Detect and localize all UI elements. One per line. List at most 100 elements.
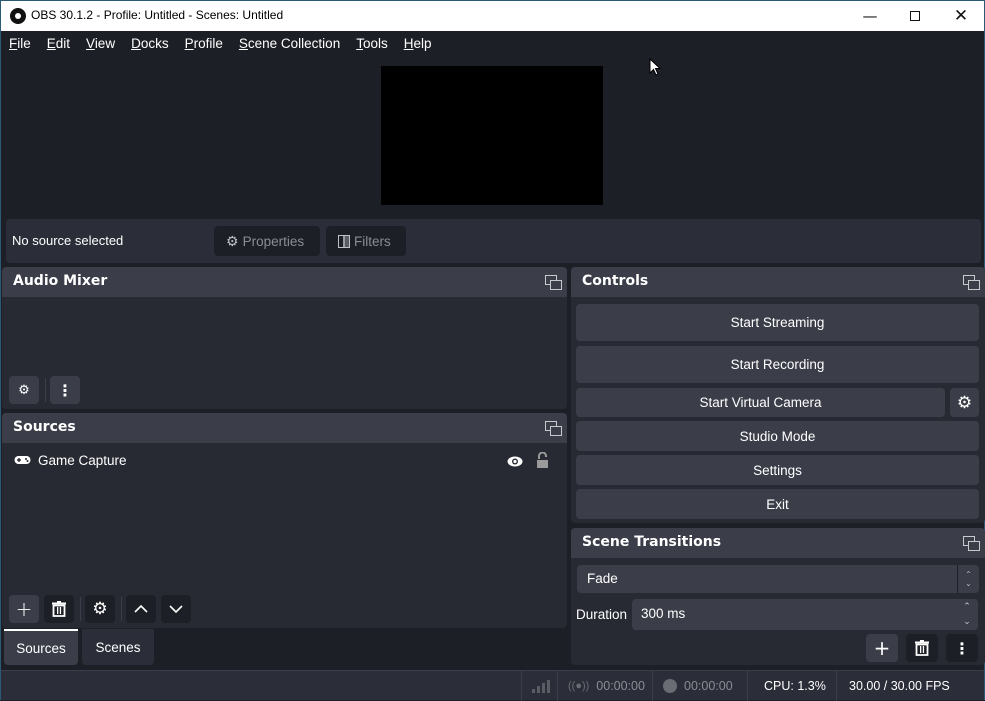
- transition-menu-button[interactable]: ⋮: [946, 634, 978, 662]
- duration-label: Duration: [576, 607, 628, 622]
- menu-mnemonic: D: [131, 36, 141, 51]
- add-source-button[interactable]: +: [9, 595, 39, 623]
- kebab-menu-icon: ⋮: [57, 380, 73, 400]
- menu-docks[interactable]: Docks: [131, 36, 169, 51]
- undock-icon[interactable]: [963, 536, 980, 551]
- minimize-button[interactable]: —: [847, 1, 893, 31]
- cpu-usage: CPU: 1.3%: [747, 671, 826, 701]
- transition-value: Fade: [587, 571, 618, 586]
- move-source-down-button[interactable]: [161, 595, 191, 623]
- menu-bar: File Edit View Docks Profile Scene Colle…: [1, 31, 984, 56]
- menu-edit[interactable]: Edit: [47, 36, 70, 51]
- exit-button[interactable]: Exit: [576, 489, 979, 519]
- record-status: 00:00:00: [652, 671, 747, 701]
- toolbar-separator: [121, 597, 122, 621]
- source-item[interactable]: Game Capture: [2, 447, 567, 475]
- source-name: Game Capture: [38, 453, 127, 468]
- stream-time: 00:00:00: [596, 679, 645, 693]
- mouse-cursor-icon: [649, 58, 661, 76]
- start-virtual-camera-button[interactable]: Start Virtual Camera: [576, 388, 945, 417]
- undock-icon[interactable]: [545, 421, 562, 436]
- spin-arrows[interactable]: ⌃ ⌄: [960, 601, 974, 628]
- scene-transitions-title: Scene Transitions: [582, 534, 722, 550]
- maximize-button[interactable]: [892, 1, 938, 31]
- toolbar-separator: [80, 597, 81, 621]
- menu-label: cene Collection: [247, 36, 341, 51]
- maximize-icon: [910, 11, 920, 21]
- eye-icon[interactable]: [507, 456, 523, 467]
- properties-button[interactable]: ⚙ Properties: [214, 226, 320, 256]
- studio-mode-button[interactable]: Studio Mode: [576, 421, 979, 451]
- gamepad-icon: [14, 456, 31, 464]
- signal-bars-icon: [532, 679, 550, 693]
- filter-icon: [338, 234, 350, 248]
- trash-icon: [915, 640, 929, 656]
- remove-transition-button[interactable]: [906, 634, 938, 662]
- controls-title: Controls: [582, 273, 649, 289]
- menu-scene-collection[interactable]: Scene Collection: [239, 36, 340, 51]
- menu-mnemonic: T: [356, 36, 363, 51]
- chevron-up-icon: [134, 605, 148, 613]
- undock-icon[interactable]: [545, 275, 562, 290]
- source-properties-button[interactable]: ⚙: [85, 595, 115, 623]
- spin-up-icon[interactable]: ⌃: [963, 601, 971, 613]
- advanced-audio-button[interactable]: ⚙​: [9, 376, 39, 404]
- filters-label: Filters: [354, 233, 391, 249]
- trash-icon: [52, 601, 66, 617]
- menu-mnemonic: E: [46, 36, 56, 51]
- fps-readout: 30.00 / 30.00 FPS: [836, 671, 984, 701]
- menu-label: dit: [55, 36, 71, 51]
- toolbar-separator: [45, 378, 46, 402]
- menu-label: iew: [94, 36, 116, 51]
- audio-menu-button[interactable]: ⋮: [50, 376, 80, 404]
- menu-profile[interactable]: Profile: [185, 36, 223, 51]
- window-title: OBS 30.1.2 - Profile: Untitled - Scenes:…: [31, 8, 284, 22]
- menu-mnemonic: V: [86, 36, 95, 51]
- tab-label: Sources: [16, 640, 66, 656]
- tab-label: Scenes: [95, 639, 141, 655]
- tab-sources[interactable]: Sources: [4, 629, 78, 665]
- menu-view[interactable]: View: [86, 36, 115, 51]
- sources-title: Sources: [13, 419, 76, 435]
- filters-button[interactable]: Filters: [326, 226, 406, 256]
- menu-label: ile: [17, 36, 31, 51]
- kebab-menu-icon: ⋮: [954, 638, 970, 658]
- tab-scenes[interactable]: Scenes: [82, 629, 154, 665]
- minimize-icon: —: [862, 7, 878, 25]
- move-source-up-button[interactable]: [126, 595, 156, 623]
- gear-icon: ⚙: [226, 232, 239, 249]
- title-bar: OBS 30.1.2 - Profile: Untitled - Scenes:…: [1, 1, 984, 31]
- gear-icon: ⚙: [92, 599, 108, 619]
- close-icon: ✕: [953, 6, 969, 26]
- menu-mnemonic: F: [9, 36, 18, 51]
- menu-label: rofile: [193, 36, 223, 51]
- gear-icon: ⚙: [956, 392, 973, 412]
- close-button[interactable]: ✕: [938, 1, 984, 31]
- unlocked-icon[interactable]: [536, 452, 549, 468]
- no-source-label: No source selected: [12, 233, 124, 248]
- settings-button[interactable]: Settings: [576, 455, 979, 485]
- menu-file[interactable]: File: [9, 36, 31, 51]
- menu-help[interactable]: Help: [404, 36, 432, 51]
- duration-spinbox[interactable]: 300 ms ⌃ ⌄: [632, 599, 978, 630]
- audio-mixer-title: Audio Mixer: [13, 273, 108, 289]
- add-transition-button[interactable]: +: [866, 634, 898, 662]
- preview-canvas[interactable]: [381, 66, 603, 205]
- sources-header: Sources: [2, 413, 567, 443]
- start-recording-button[interactable]: Start Recording: [576, 346, 979, 383]
- menu-mnemonic: H: [403, 36, 414, 51]
- scene-transitions-header: Scene Transitions: [571, 528, 985, 558]
- virtual-camera-config-button[interactable]: ⚙: [950, 388, 979, 417]
- context-bar: No source selected ⚙ Properties Filters: [6, 219, 981, 263]
- record-time: 00:00:00: [684, 679, 733, 693]
- menu-label: ools: [362, 36, 388, 51]
- remove-source-button[interactable]: [44, 595, 74, 623]
- plus-icon: +: [15, 597, 33, 621]
- undock-icon[interactable]: [963, 275, 980, 290]
- transition-select[interactable]: Fade ⌃ ⌄: [577, 565, 979, 593]
- broadcast-icon: ((●)): [568, 680, 590, 692]
- start-streaming-button[interactable]: Start Streaming: [576, 304, 979, 341]
- spin-down-icon[interactable]: ⌄: [963, 616, 971, 628]
- menu-tools[interactable]: Tools: [356, 36, 388, 51]
- obs-logo-icon: [10, 8, 26, 24]
